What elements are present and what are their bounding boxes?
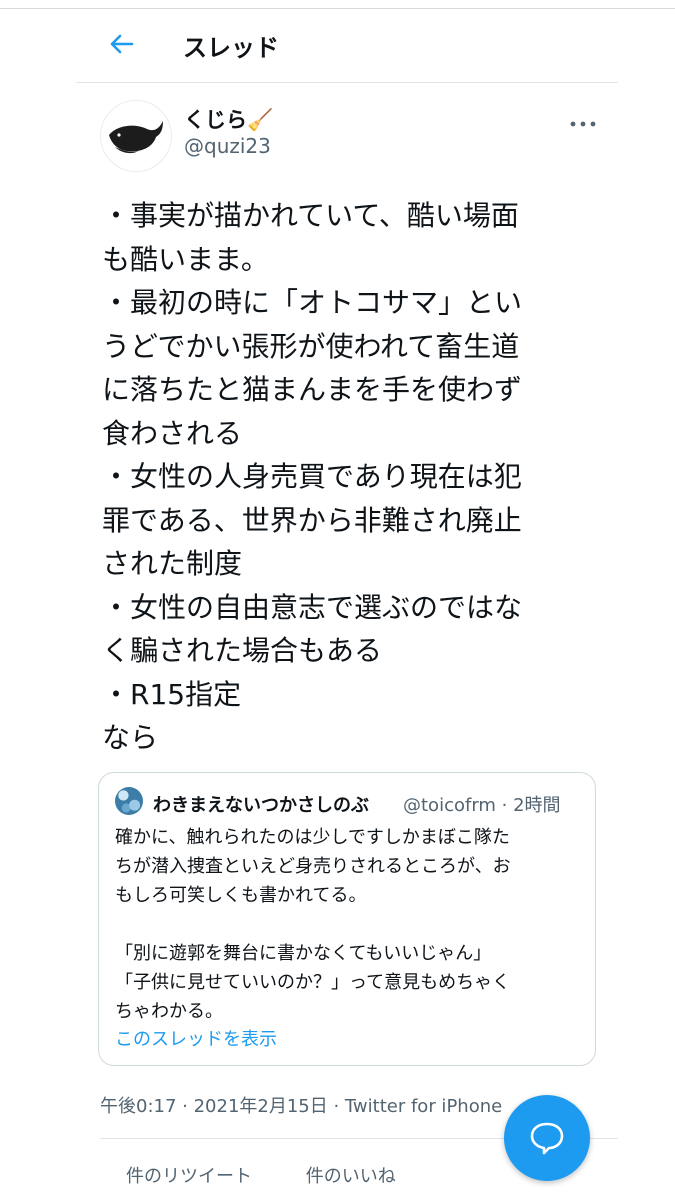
- likes-link[interactable]: 件のいいね: [306, 1166, 396, 1187]
- quoted-tweet[interactable]: わきまえないつかさしのぶ @toicofrm · 2時間 確かに、触れられたのは…: [98, 772, 596, 1066]
- tweet-timestamp[interactable]: 午後0:17 · 2021年2月15日 · Twitter for iPhone: [100, 1092, 502, 1118]
- quoted-author-name: わきまえないつかさしのぶ: [153, 795, 369, 816]
- tweet-text: ・事実が描かれていて、酷い場面 も酷いまま。 ・最初の時に「オトコサマ」とい う…: [102, 199, 523, 754]
- author-name[interactable]: くじら🧹: [184, 104, 273, 134]
- avatar[interactable]: [100, 100, 172, 172]
- top-navigation: スレッド: [76, 22, 618, 83]
- compose-reply-icon: [530, 1122, 564, 1155]
- page-title: スレッド: [183, 34, 279, 62]
- more-horizontal-icon: [570, 121, 596, 127]
- retweets-link[interactable]: 件のリツイート: [126, 1166, 252, 1187]
- engagement-stats: 件のリツイート 件のいいね: [126, 1162, 444, 1188]
- quoted-text: 確かに、触れられたのは少しですしかまぼこ隊た ちが潜入捜査といえど身売りされると…: [115, 827, 511, 1022]
- quoted-avatar[interactable]: [115, 787, 143, 815]
- author-handle[interactable]: @quzi23: [184, 134, 271, 158]
- back-button[interactable]: [106, 28, 138, 60]
- more-options-button[interactable]: [570, 108, 596, 136]
- compose-reply-button[interactable]: [504, 1095, 590, 1181]
- arrow-left-icon: [110, 34, 134, 54]
- status-divider: [0, 0, 675, 9]
- show-thread-link[interactable]: このスレッドを表示: [115, 1025, 277, 1051]
- quoted-meta: @toicofrm · 2時間: [403, 795, 561, 816]
- whale-icon: [109, 121, 163, 154]
